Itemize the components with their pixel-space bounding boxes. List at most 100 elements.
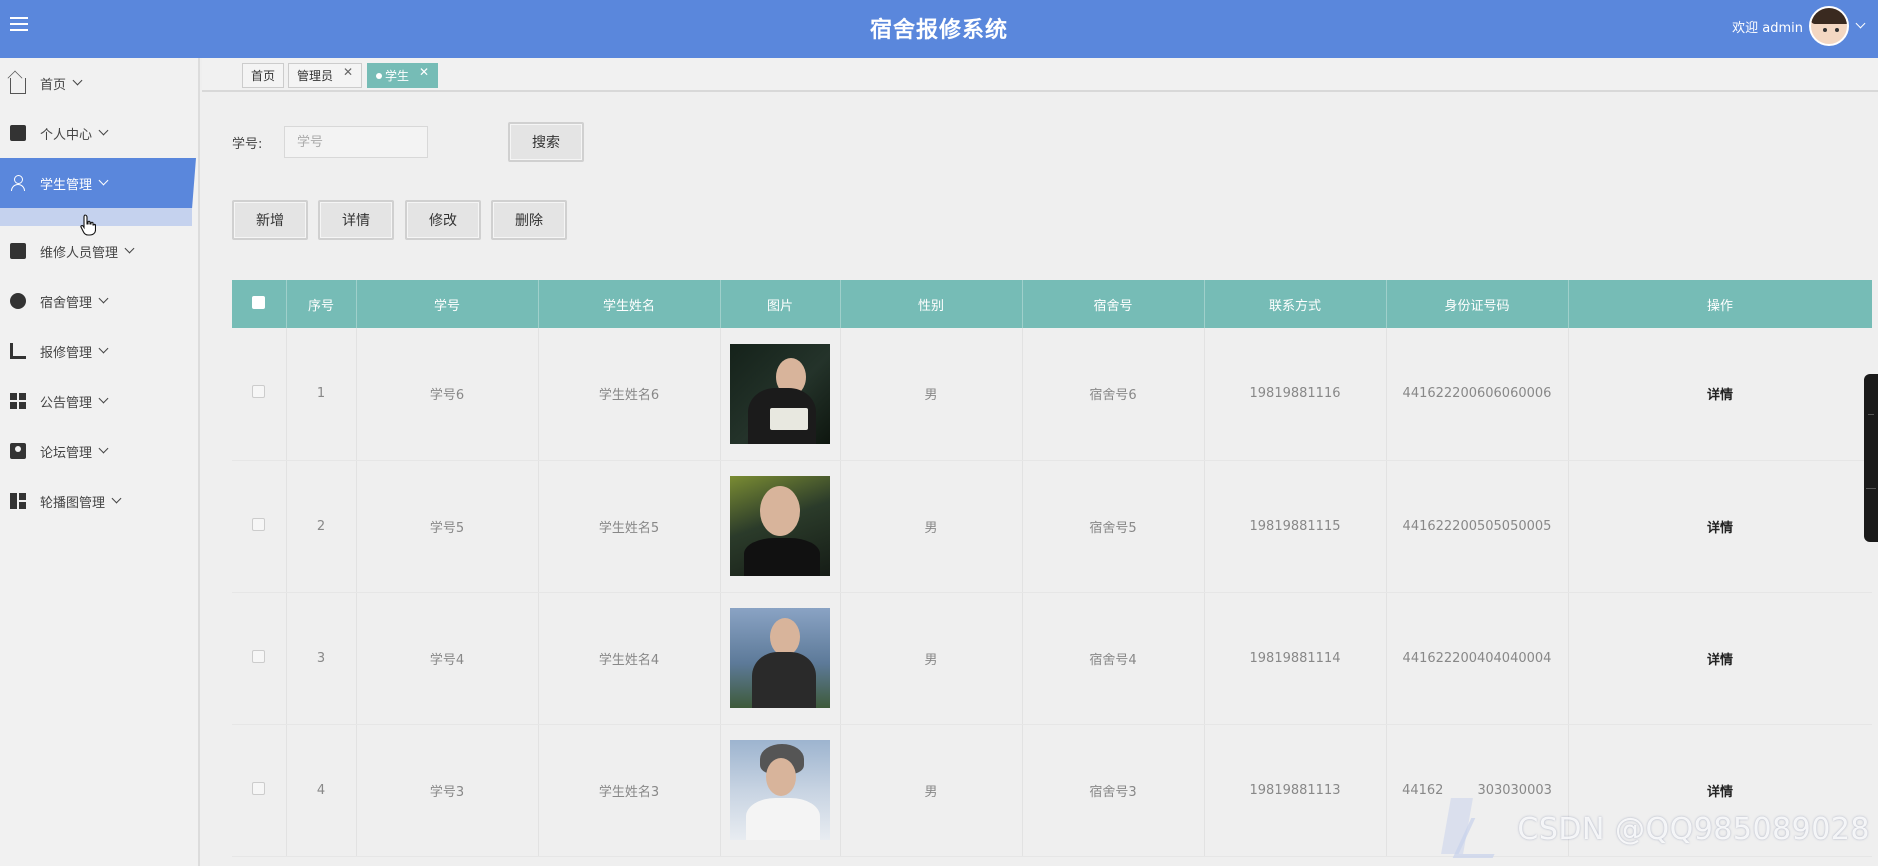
cell-index: 1 <box>286 328 357 461</box>
cell-dorm: 宿舍号5 <box>1022 460 1205 593</box>
tab-admin[interactable]: 管理员 ✕ <box>288 63 363 88</box>
add-button[interactable]: 新增 <box>232 200 308 240</box>
sidebar-item-forum-management[interactable]: 论坛管理 <box>0 426 198 476</box>
search-button[interactable]: 搜索 <box>508 122 584 162</box>
id-card-head: 44162 <box>1402 782 1444 798</box>
sidebar-item-label: 报修管理 <box>40 345 93 361</box>
cell-id-card: 441622200505050005 <box>1386 460 1569 593</box>
row-detail-link[interactable]: 详情 <box>1568 460 1872 593</box>
cell-dorm: 宿舍号3 <box>1022 724 1205 857</box>
cell-index: 3 <box>286 592 357 725</box>
chevron-down-icon <box>98 443 109 453</box>
chevron-down-icon <box>98 293 109 303</box>
sidebar-item-repair-staff[interactable]: 维修人员管理 <box>0 226 198 276</box>
active-dot-icon <box>376 72 382 79</box>
tab-home[interactable]: 首页 <box>242 63 285 88</box>
cell-phone: 19819881115 <box>1204 460 1387 593</box>
tab-student[interactable]: 学生 ✕ <box>367 63 439 88</box>
column-header: 学号 <box>356 280 539 328</box>
row-detail-link[interactable]: 详情 <box>1568 328 1872 461</box>
sidebar-item-notice-management[interactable]: 公告管理 <box>0 376 198 426</box>
chevron-down-icon <box>98 393 109 403</box>
grid-icon <box>10 393 26 409</box>
column-header: 学生姓名 <box>538 280 721 328</box>
cell-gender: 男 <box>840 592 1023 725</box>
sidebar-subitem-student[interactable] <box>0 208 192 226</box>
sidebar-item-label: 首页 <box>40 77 67 93</box>
edit-button[interactable]: 修改 <box>405 200 481 240</box>
sidebar-item-label: 论坛管理 <box>40 445 93 461</box>
detail-button[interactable]: 详情 <box>318 200 394 240</box>
welcome-text: 欢迎 admin <box>1732 20 1803 36</box>
delete-button[interactable]: 删除 <box>491 200 567 240</box>
student-photo <box>730 476 830 576</box>
chevron-down-icon <box>72 75 83 85</box>
avatar[interactable] <box>1809 6 1849 46</box>
cell-name: 学生姓名5 <box>538 460 721 593</box>
cell-id-card: 441622200404040004 <box>1386 592 1569 725</box>
sidebar-item-dorm-management[interactable]: 宿舍管理 <box>0 276 198 326</box>
column-header: 操作 <box>1568 280 1872 328</box>
row-checkbox[interactable] <box>232 460 287 593</box>
tabs-bar: 首页 管理员 ✕ 学生 ✕ <box>202 58 1878 92</box>
cell-photo <box>720 592 841 725</box>
close-icon[interactable]: ✕ <box>343 65 353 79</box>
chevron-down-icon <box>124 243 135 253</box>
ticket-icon <box>10 243 26 259</box>
sidebar-item-home[interactable]: 首页 <box>0 58 198 108</box>
cell-name: 学生姓名3 <box>538 724 721 857</box>
cell-phone: 19819881113 <box>1204 724 1387 857</box>
row-checkbox[interactable] <box>232 592 287 725</box>
column-header: 序号 <box>286 280 357 328</box>
row-checkbox[interactable] <box>232 328 287 461</box>
row-checkbox[interactable] <box>232 724 287 857</box>
student-id-search-input[interactable] <box>284 126 428 158</box>
search-label: 学号: <box>232 137 263 152</box>
cell-photo <box>720 724 841 857</box>
table-row: 3 学号4 学生姓名4 男 宿舍号4 19819881114 441622200… <box>232 592 1872 725</box>
tab-label: 管理员 <box>297 69 334 83</box>
layout-icon <box>10 493 26 509</box>
cell-photo <box>720 328 841 461</box>
sidebar-item-repair-management[interactable]: 报修管理 <box>0 326 198 376</box>
table-header-row: 序号 学号 学生姓名 图片 性别 宿舍号 联系方式 身份证号码 操作 <box>232 280 1872 328</box>
id-card-tail: 303030003 <box>1477 782 1552 798</box>
tab-label: 学生 <box>385 69 410 83</box>
watermark-text: CSDN @QQ985089028 <box>1517 812 1870 847</box>
cell-gender: 男 <box>840 724 1023 857</box>
cell-student-id: 学号4 <box>356 592 539 725</box>
cell-gender: 男 <box>840 460 1023 593</box>
chevron-down-icon <box>98 343 109 353</box>
close-icon[interactable]: ✕ <box>419 65 429 79</box>
sidebar-item-label: 轮播图管理 <box>40 495 106 511</box>
select-all-checkbox[interactable] <box>232 280 287 328</box>
user-menu[interactable]: 欢迎 admin <box>1732 6 1866 46</box>
app-title: 宿舍报修系统 <box>869 18 1008 43</box>
sidebar-item-carousel-management[interactable]: 轮播图管理 <box>0 476 198 526</box>
floating-side-panel[interactable] <box>1864 374 1878 542</box>
student-table: 序号 学号 学生姓名 图片 性别 宿舍号 联系方式 身份证号码 操作 1 学号6… <box>232 280 1872 866</box>
chevron-down-icon <box>98 175 109 185</box>
column-header: 图片 <box>720 280 841 328</box>
sidebar-item-label: 宿舍管理 <box>40 295 93 311</box>
sidebar-item-label: 维修人员管理 <box>40 245 119 261</box>
sidebar-item-student-management[interactable]: 学生管理 <box>0 158 196 208</box>
cell-id-card: 441622200606060006 <box>1386 328 1569 461</box>
student-photo <box>730 343 830 444</box>
sidebar-item-personal-center[interactable]: 个人中心 <box>0 108 198 158</box>
idcard-icon <box>10 443 26 459</box>
column-header: 宿舍号 <box>1022 280 1205 328</box>
wallet-icon <box>10 125 26 141</box>
compass-icon <box>10 293 26 309</box>
cell-dorm: 宿舍号6 <box>1022 328 1205 461</box>
chevron-down-icon[interactable] <box>1855 18 1866 28</box>
cell-name: 学生姓名6 <box>538 328 721 461</box>
table-row: 2 学号5 学生姓名5 男 宿舍号5 19819881115 441622200… <box>232 460 1872 593</box>
sidebar-item-label: 公告管理 <box>40 395 93 411</box>
home-icon <box>10 78 26 94</box>
chevron-down-icon <box>111 493 122 503</box>
cell-gender: 男 <box>840 328 1023 461</box>
user-icon <box>10 175 26 191</box>
sidebar-item-label: 学生管理 <box>40 177 93 193</box>
row-detail-link[interactable]: 详情 <box>1568 592 1872 725</box>
